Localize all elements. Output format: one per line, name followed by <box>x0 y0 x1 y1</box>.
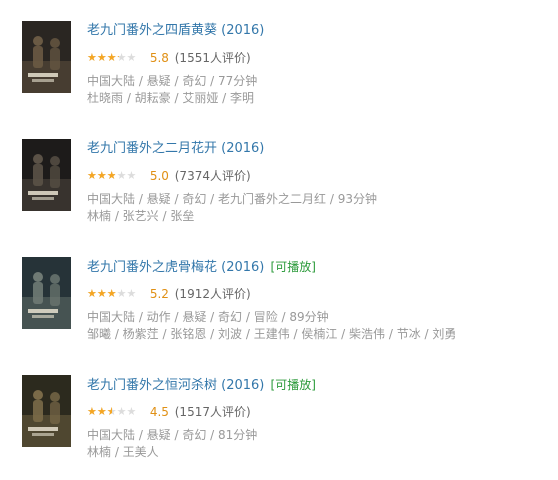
movie-info: 老九门番外之虎骨梅花 (2016) [可播放] ★★★★★ ★★★★★ 5.2 … <box>87 257 558 343</box>
rating-score: 5.0 <box>149 169 169 183</box>
star-rating: ★★★★★ ★★★★★ <box>87 170 142 181</box>
movie-info: 老九门番外之恒河杀树 (2016) [可播放] ★★★★★ ★★★★★ 4.5 … <box>87 375 558 461</box>
star-rating: ★★★★★ ★★★★★ <box>87 406 142 417</box>
star-icon: ★★★★★ <box>87 406 112 417</box>
list-item: 老九门番外之虎骨梅花 (2016) [可播放] ★★★★★ ★★★★★ 5.2 … <box>0 257 558 357</box>
movie-title-link[interactable]: 老九门番外之四盾黄葵 (2016) <box>87 23 264 38</box>
star-icon: ★★★★★ <box>87 52 119 63</box>
movie-title-link[interactable]: 老九门番外之二月花开 (2016) <box>87 141 264 156</box>
movie-meta: 中国大陆 / 悬疑 / 奇幻 / 老九门番外之二月红 / 93分钟 <box>87 192 377 206</box>
votes-count-link[interactable]: (7374人评价) <box>175 169 251 183</box>
movie-poster[interactable] <box>22 375 71 447</box>
movie-poster[interactable] <box>22 21 71 93</box>
rating-row: ★★★★★ ★★★★★ 5.0 (7374人评价) <box>87 168 558 184</box>
title-row: 老九门番外之恒河杀树 (2016) [可播放] <box>87 375 558 395</box>
star-icon: ★★★★★ <box>87 170 115 181</box>
votes-count-link[interactable]: (1912人评价) <box>175 287 251 301</box>
rating-row: ★★★★★ ★★★★★ 5.2 (1912人评价) <box>87 286 558 302</box>
movie-info: 老九门番外之二月花开 (2016) ★★★★★ ★★★★★ 5.0 (7374人… <box>87 139 558 225</box>
star-icon: ★★★★★ <box>87 288 116 299</box>
movie-poster[interactable] <box>22 257 71 329</box>
votes-count-link[interactable]: (1551人评价) <box>175 51 251 65</box>
list-item: 老九门番外之恒河杀树 (2016) [可播放] ★★★★★ ★★★★★ 4.5 … <box>0 375 558 475</box>
title-row: 老九门番外之四盾黄葵 (2016) <box>87 21 558 41</box>
rating-row: ★★★★★ ★★★★★ 5.8 (1551人评价) <box>87 50 558 66</box>
movie-meta: 中国大陆 / 悬疑 / 奇幻 / 77分钟 <box>87 74 258 88</box>
movie-cast: 林楠 / 王美人 <box>87 445 159 459</box>
rating-score: 5.2 <box>149 287 169 301</box>
movie-title-link[interactable]: 老九门番外之恒河杀树 (2016) <box>87 378 264 393</box>
rating-row: ★★★★★ ★★★★★ 4.5 (1517人评价) <box>87 404 558 420</box>
star-rating: ★★★★★ ★★★★★ <box>87 52 142 63</box>
movie-meta: 中国大陆 / 动作 / 悬疑 / 奇幻 / 冒险 / 89分钟 <box>87 310 329 324</box>
star-rating: ★★★★★ ★★★★★ <box>87 288 142 299</box>
playable-tag[interactable]: [可播放] <box>271 378 316 392</box>
title-row: 老九门番外之虎骨梅花 (2016) [可播放] <box>87 257 558 277</box>
list-item: 老九门番外之二月花开 (2016) ★★★★★ ★★★★★ 5.0 (7374人… <box>0 139 558 239</box>
movie-cast: 邹曦 / 杨紫茳 / 张铭恩 / 刘波 / 王建伟 / 侯楠江 / 柴浩伟 / … <box>87 327 457 341</box>
movie-cast: 杜晓雨 / 胡耘豪 / 艾丽娅 / 李明 <box>87 91 255 105</box>
movie-info: 老九门番外之四盾黄葵 (2016) ★★★★★ ★★★★★ 5.8 (1551人… <box>87 21 558 107</box>
votes-count-link[interactable]: (1517人评价) <box>175 405 251 419</box>
movie-title-link[interactable]: 老九门番外之虎骨梅花 (2016) <box>87 260 264 275</box>
title-row: 老九门番外之二月花开 (2016) <box>87 139 558 159</box>
movie-meta: 中国大陆 / 悬疑 / 奇幻 / 81分钟 <box>87 428 258 442</box>
movie-poster[interactable] <box>22 139 71 211</box>
playable-tag[interactable]: [可播放] <box>271 260 316 274</box>
movie-cast: 林楠 / 张艺兴 / 张垒 <box>87 209 195 223</box>
rating-score: 5.8 <box>149 51 169 65</box>
list-item: 老九门番外之四盾黄葵 (2016) ★★★★★ ★★★★★ 5.8 (1551人… <box>0 21 558 121</box>
rating-score: 4.5 <box>149 405 169 419</box>
